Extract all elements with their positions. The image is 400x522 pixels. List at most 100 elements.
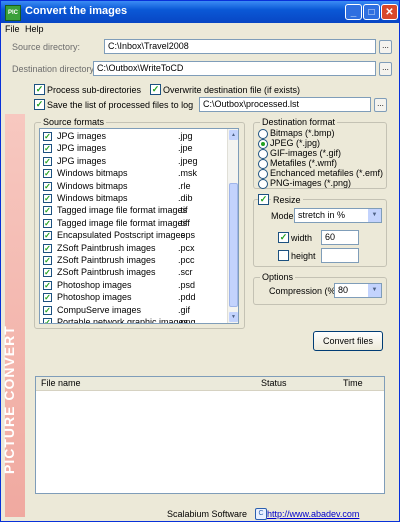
source-formats-scrollbar[interactable]: ▲ ▼ [227,129,238,323]
scroll-thumb[interactable] [229,183,238,307]
destination-format-radio[interactable] [258,139,268,149]
height-input[interactable] [321,248,359,263]
source-browse-button[interactable]: ... [379,40,392,54]
format-checkbox[interactable]: ✓ [43,243,52,253]
format-checkbox[interactable]: ✓ [43,156,52,166]
scroll-up-icon[interactable]: ▲ [229,130,238,140]
column-file-name[interactable]: File name [41,378,81,388]
format-checkbox[interactable]: ✓ [43,268,52,278]
format-ext: .png [178,317,196,324]
source-directory-input[interactable]: C:\Inbox\Travel2008 [104,39,376,54]
minimize-button[interactable]: _ [345,4,362,20]
format-checkbox[interactable]: ✓ [43,231,52,241]
mode-select[interactable]: stretch in % ▼ [294,208,382,223]
list-item[interactable]: ✓ JPG images .jpeg [40,156,226,168]
resize-checkbox[interactable]: ✓ [258,194,269,205]
column-time[interactable]: Time [343,378,363,388]
maximize-button[interactable]: □ [363,4,380,20]
mode-label: Mode: [271,211,297,221]
width-input[interactable]: 60 [321,230,359,245]
list-item[interactable]: ✓ ZSoft Paintbrush images .pcx [40,243,226,255]
destination-format-radio[interactable] [258,169,268,179]
chevron-down-icon[interactable]: ▼ [368,284,381,297]
list-item[interactable]: ✓ JPG images .jpe [40,143,226,155]
format-checkbox[interactable]: ✓ [43,293,52,303]
height-checkbox[interactable] [278,250,289,261]
log-file-input[interactable]: C:\Outbox\processed.lst [199,97,371,112]
destination-format-radio[interactable] [258,129,268,139]
format-checkbox[interactable]: ✓ [43,169,52,179]
format-checkbox[interactable]: ✓ [43,144,52,154]
destination-directory-input[interactable]: C:\Outbox\WriteToCD [93,61,376,76]
file-list[interactable]: File name Status Time [35,376,385,494]
format-ext: .dib [178,193,193,203]
column-status[interactable]: Status [261,378,287,388]
compression-value: 80 [338,285,349,295]
destination-format-title: Destination format [260,117,338,127]
list-item[interactable]: ✓ Photoshop images .pdd [40,292,226,304]
source-formats-title: Source formats [41,117,107,127]
menu-help[interactable]: Help [25,24,44,34]
format-ext: .jpg [178,131,193,141]
save-log-checkbox[interactable]: ✓ [34,99,45,110]
process-subdirectories-label: Process sub-directories [47,85,142,95]
format-checkbox[interactable]: ✓ [43,132,52,141]
list-item[interactable]: ✓ Tagged image file format images .tif [40,205,226,217]
side-banner: PICTURE CONVERT [1,114,25,517]
format-ext: .tiff [178,217,190,228]
format-checkbox[interactable]: ✓ [43,181,52,191]
height-label: height [291,251,316,261]
destination-format-label: Metafiles (*.wmf) [270,158,338,168]
format-name: Tagged image file format images [57,217,188,228]
list-item[interactable]: ✓ ZSoft Paintbrush images .pcc [40,255,226,267]
format-name: Windows bitmaps [57,180,128,191]
width-checkbox[interactable]: ✓ [278,232,289,243]
format-name: ZSoft Paintbrush images [57,255,156,265]
close-button[interactable]: ✕ [381,4,398,20]
list-item[interactable]: ✓ ZSoft Paintbrush images .scr [40,267,226,279]
format-checkbox[interactable]: ✓ [43,256,52,265]
destination-format-label: Enchanced metafiles (*.emf) [270,168,384,178]
destination-format-radio[interactable] [258,149,268,159]
log-browse-button[interactable]: ... [374,98,387,112]
scroll-down-icon[interactable]: ▼ [229,312,238,322]
format-name: JPG images [57,155,107,166]
compression-label: Compression (%): [269,286,342,296]
format-checkbox[interactable]: ✓ [43,318,52,323]
list-item[interactable]: ✓ Windows bitmaps .dib [40,193,226,205]
source-formats-list[interactable]: ✓ JPG images .jpg ✓ JPG images .jpe ✓ JPG image… [39,128,239,324]
format-ext: .pcc [178,255,195,265]
destination-format-radio[interactable] [258,159,268,169]
format-checkbox[interactable]: ✓ [43,218,52,228]
main-window: PIC Convert the images _ □ ✕ File Help S… [0,0,400,522]
list-item[interactable]: ✓ Windows bitmaps .rle [40,181,226,193]
format-name: JPG images [57,143,107,154]
format-checkbox[interactable]: ✓ [43,206,52,216]
overwrite-checkbox[interactable]: ✓ [150,84,161,95]
chevron-down-icon[interactable]: ▼ [368,209,381,222]
list-item[interactable]: ✓ JPG images .jpg [40,131,226,143]
format-name: JPG images [57,131,107,141]
list-item[interactable]: ✓ Tagged image file format images .tiff [40,218,226,230]
list-item[interactable]: ✓ CompuServe images .gif [40,305,226,317]
format-checkbox[interactable]: ✓ [43,280,52,290]
company-name: Scalabium Software [167,509,248,519]
format-name: Tagged image file format images [57,205,188,216]
list-item[interactable]: ✓ Windows bitmaps .msk [40,168,226,180]
destination-format-radio[interactable] [258,179,268,189]
format-checkbox[interactable]: ✓ [43,194,52,203]
convert-files-button[interactable]: Convert files [313,331,383,351]
destination-browse-button[interactable]: ... [379,62,392,76]
process-subdirectories-checkbox[interactable]: ✓ [34,84,45,95]
save-log-label: Save the list of processed files to log [47,100,194,110]
compression-select[interactable]: 80 ▼ [334,283,382,298]
list-item[interactable]: ✓ Photoshop images .psd [40,280,226,292]
format-checkbox[interactable]: ✓ [43,305,52,315]
title-bar[interactable]: PIC Convert the images _ □ ✕ [1,1,399,23]
list-item[interactable]: ✓ Portable network graphic images .png [40,317,226,324]
list-item[interactable]: ✓ Encapsulated Postscript images .eps [40,230,226,242]
menu-file[interactable]: File [5,24,20,34]
app-icon: PIC [5,5,21,21]
format-ext: .pdd [178,292,196,303]
website-link[interactable]: http://www.abadev.com [267,509,359,519]
